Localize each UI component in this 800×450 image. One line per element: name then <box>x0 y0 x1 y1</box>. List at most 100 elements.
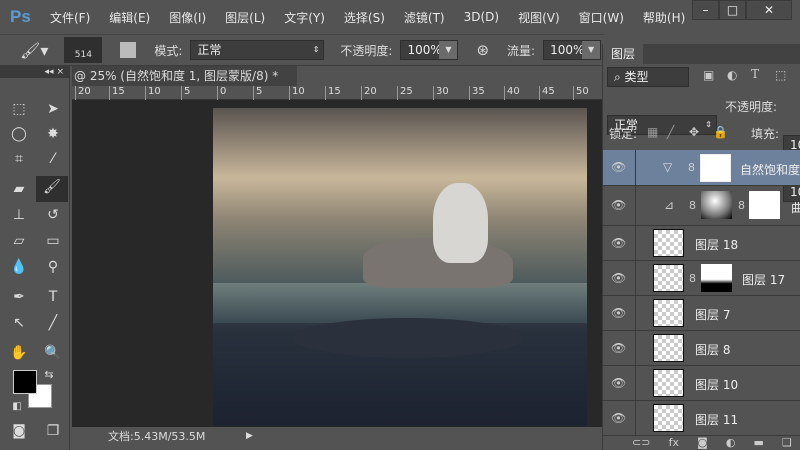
layer-thumbnail <box>653 334 684 362</box>
link-icon[interactable]: 8 <box>738 199 745 212</box>
stamp-tool-icon[interactable]: ⊥ <box>6 204 32 226</box>
foreground-color-swatch[interactable] <box>13 370 37 394</box>
magic-wand-icon[interactable]: ✸ <box>40 123 66 145</box>
dodge-icon[interactable]: ⚲ <box>40 256 66 278</box>
toolbox: ◂◂ × ⬚ ➤ ◯ ✸ ⌗ ⁄ ▰ 🖌 ⊥ ↺ ▱ ▭ 💧 ⚲ ✒ T ↖ ╱… <box>0 66 70 450</box>
eye-icon[interactable]: 👁 <box>611 160 626 174</box>
default-colors-icon[interactable]: ◧ <box>4 396 30 418</box>
layer-mask-thumbnail[interactable] <box>749 191 780 219</box>
flow-input[interactable]: 100% ▼ <box>543 40 602 60</box>
menu-view[interactable]: 视图(V) <box>518 9 560 26</box>
lock-image-icon[interactable]: ╱ <box>667 125 674 139</box>
lasso-tool-icon[interactable]: ◯ <box>6 123 32 145</box>
close-icon[interactable]: × <box>56 67 64 77</box>
filter-type-select[interactable]: ⌕ 类型 <box>607 67 689 87</box>
crop-tool-icon[interactable]: ⌗ <box>6 148 32 170</box>
menu-image[interactable]: 图像(I) <box>169 9 206 26</box>
menu-file[interactable]: 文件(F) <box>50 9 90 26</box>
type-tool-icon[interactable]: T <box>40 286 66 308</box>
lock-all-icon[interactable]: 🔒 <box>713 125 728 139</box>
layer-row[interactable]: 👁 图层 10 <box>603 366 800 401</box>
link-icon[interactable]: 8 <box>689 272 696 285</box>
type-filter-icon[interactable]: T <box>751 67 759 81</box>
eyedropper-icon[interactable]: ⁄ <box>40 148 66 170</box>
path-select-icon[interactable]: ↖ <box>6 312 32 334</box>
marquee-tool-icon[interactable]: ⬚ <box>6 98 32 120</box>
add-mask-icon[interactable]: ◙ <box>697 436 708 450</box>
status-menu-arrow-icon[interactable]: ▶ <box>246 427 253 446</box>
layer-row[interactable]: 👁 图层 8 <box>603 331 800 366</box>
eye-icon[interactable]: 👁 <box>611 341 626 355</box>
menu-help[interactable]: 帮助(H) <box>643 9 685 26</box>
layer-row-vibrance[interactable]: 👁 ▽ 8 自然饱和度 <box>603 150 800 186</box>
canvas-image[interactable] <box>213 108 587 426</box>
brush-preset-picker[interactable]: 514 <box>64 37 103 63</box>
minimize-button[interactable]: – <box>692 0 719 20</box>
blur-icon[interactable]: 💧 <box>6 256 32 278</box>
layer-row[interactable]: 👁 图层 18 <box>603 226 800 261</box>
eye-icon[interactable]: 👁 <box>611 411 626 425</box>
opacity-input[interactable]: 100% ▼ <box>400 40 459 60</box>
adjustment-filter-icon[interactable]: ◐ <box>727 68 737 82</box>
layer-thumbnail <box>701 191 732 219</box>
pressure-opacity-icon[interactable]: ⊛ <box>476 41 489 59</box>
eye-icon[interactable]: 👁 <box>611 271 626 285</box>
menu-3d[interactable]: 3D(D) <box>464 10 499 24</box>
lock-position-icon[interactable]: ✥ <box>689 125 699 139</box>
menu-select[interactable]: 选择(S) <box>344 9 385 26</box>
layers-tab[interactable]: 图层 <box>603 44 643 64</box>
brush-tool-icon[interactable]: 🖌 <box>36 176 68 202</box>
menu-layer[interactable]: 图层(L) <box>225 9 265 26</box>
gradient-icon[interactable]: ▭ <box>40 230 66 252</box>
eye-icon[interactable]: 👁 <box>611 198 626 212</box>
layer-row-curves[interactable]: 👁 ⊿ 8 8 曲 <box>603 186 800 226</box>
close-button[interactable]: ✕ <box>746 0 792 20</box>
healing-brush-icon[interactable]: ▰ <box>6 178 32 200</box>
pixel-filter-icon[interactable]: ▣ <box>703 68 714 82</box>
flow-label: 流量: <box>507 43 536 58</box>
lock-transparent-icon[interactable]: ▦ <box>647 125 658 139</box>
adjustment-layer-icon[interactable]: ◐ <box>726 436 736 450</box>
document-tab[interactable]: @ 25% (自然饱和度 1, 图层蒙版/8) * × <box>72 66 297 103</box>
chevron-down-icon[interactable]: ▼ <box>439 41 458 59</box>
move-tool-icon[interactable]: ➤ <box>40 98 66 120</box>
history-brush-icon[interactable]: ↺ <box>40 204 66 226</box>
fx-icon[interactable]: fx <box>669 436 679 450</box>
brush-panel-icon[interactable] <box>120 42 137 58</box>
eraser-icon[interactable]: ▱ <box>6 230 32 252</box>
hand-tool-icon[interactable]: ✋ <box>6 342 32 364</box>
link-icon[interactable]: 8 <box>689 199 696 212</box>
chevron-down-icon[interactable]: ▼ <box>582 41 601 59</box>
layer-row[interactable]: 👁 图层 7 <box>603 296 800 331</box>
layer-row[interactable]: 👁 8 图层 17 <box>603 261 800 296</box>
layer-thumbnail <box>653 264 684 292</box>
swap-colors-icon[interactable]: ⇆ <box>36 364 62 386</box>
brush-tool-icon[interactable]: 🖌▾ <box>20 41 48 60</box>
new-group-icon[interactable]: ▬ <box>754 436 764 450</box>
layer-mask-thumbnail[interactable] <box>700 154 731 182</box>
eye-icon[interactable]: 👁 <box>611 236 626 250</box>
menu-filter[interactable]: 滤镜(T) <box>404 9 445 26</box>
link-icon[interactable]: 8 <box>688 161 695 174</box>
ruler-tick: 20 <box>75 86 91 100</box>
opacity-label: 不透明度: <box>340 43 393 58</box>
layer-row[interactable]: 👁 图层 11 <box>603 401 800 436</box>
layer-mask-thumbnail[interactable] <box>701 264 732 292</box>
eye-icon[interactable]: 👁 <box>611 306 626 320</box>
zoom-tool-icon[interactable]: 🔍 <box>40 342 66 364</box>
pen-tool-icon[interactable]: ✒ <box>6 286 32 308</box>
menu-edit[interactable]: 编辑(E) <box>109 9 150 26</box>
line-tool-icon[interactable]: ╱ <box>40 312 66 334</box>
shape-filter-icon[interactable]: ⬚ <box>775 68 786 82</box>
link-layers-icon[interactable]: ⊂⊃ <box>632 436 650 450</box>
mode-select[interactable]: 正常 ⇕ <box>190 40 325 60</box>
quick-mask-icon[interactable]: ◙ <box>6 420 32 442</box>
eye-icon[interactable]: 👁 <box>611 376 626 390</box>
menu-type[interactable]: 文字(Y) <box>284 9 325 26</box>
screen-mode-icon[interactable]: ❐ <box>40 420 66 442</box>
collapse-icon[interactable]: ◂◂ <box>45 67 54 77</box>
fill-label: 填充: <box>751 127 780 141</box>
new-layer-icon[interactable]: ❑ <box>782 436 792 450</box>
menu-window[interactable]: 窗口(W) <box>579 9 624 26</box>
maximize-button[interactable]: □ <box>719 0 746 20</box>
